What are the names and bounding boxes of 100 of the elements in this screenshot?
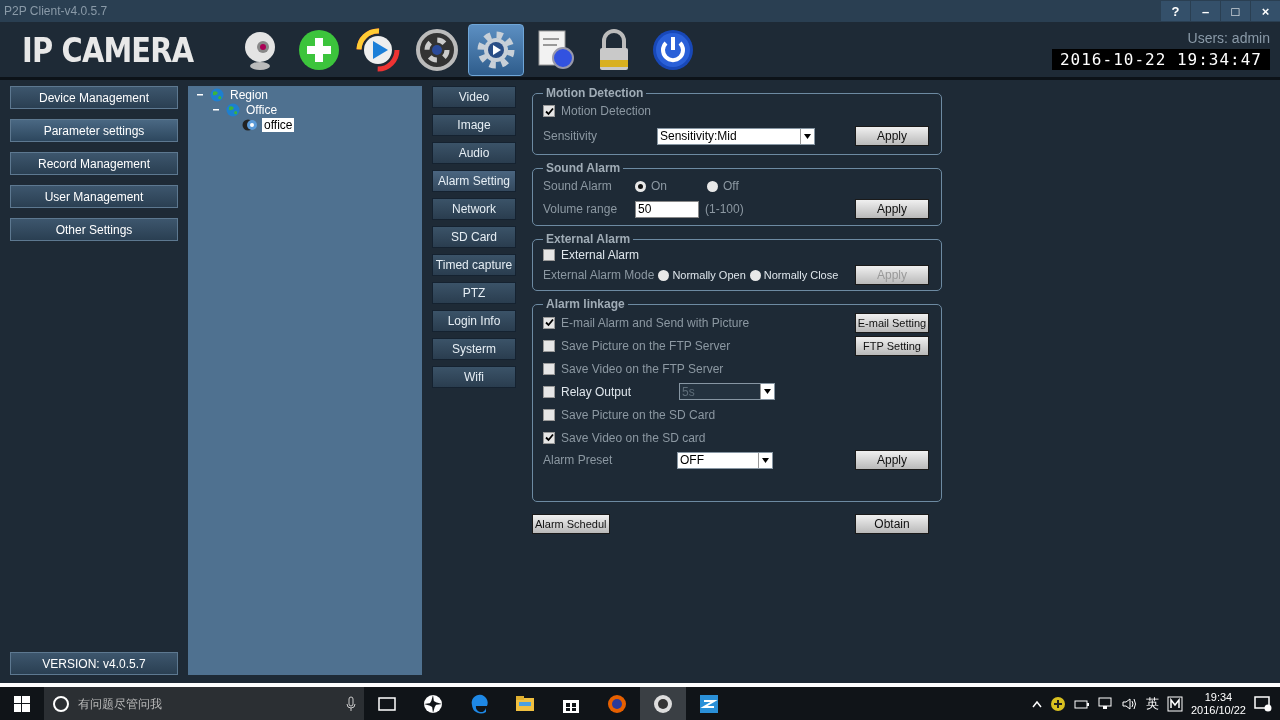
tab[interactable]: Wifi: [432, 366, 516, 388]
volume-icon[interactable]: [1121, 696, 1138, 711]
tab[interactable]: Audio: [432, 142, 516, 164]
tab[interactable]: SD Card: [432, 226, 516, 248]
close-button[interactable]: ×: [1251, 1, 1280, 21]
globe-icon: [210, 87, 224, 102]
checkbox[interactable]: [543, 316, 555, 329]
clock-date: 2016/10/22: [1190, 703, 1246, 716]
checkbox-label: Save Picture on the FTP Server: [561, 338, 731, 353]
tree-item[interactable]: Office: [244, 102, 280, 117]
caret-icon[interactable]: [1031, 699, 1042, 708]
power-icon: [651, 27, 695, 72]
tree-item[interactable]: office: [262, 117, 295, 132]
tab[interactable]: Video: [432, 86, 516, 108]
dropdown[interactable]: Sensitivity:Mid: [657, 127, 815, 145]
notification-icon[interactable]: [1254, 695, 1272, 712]
toolbar-button[interactable]: [468, 23, 524, 76]
range-hint: (1-100): [705, 202, 744, 216]
search-field[interactable]: 有问题尽管问我: [76, 695, 340, 712]
apply-button[interactable]: Apply: [855, 199, 929, 219]
field-label: External Alarm Mode: [543, 268, 655, 282]
app-icon: [698, 692, 720, 715]
checkbox-label: Save Video on the SD card: [561, 430, 706, 445]
search-box[interactable]: 有问题尽管问我: [44, 687, 364, 720]
nav-button[interactable]: Parameter settings: [10, 119, 178, 142]
globe-icon: [226, 102, 240, 117]
wheel-icon: [415, 27, 459, 72]
checkbox-label: External Alarm: [561, 248, 640, 262]
network-icon[interactable]: [1097, 696, 1114, 711]
email-setting-button[interactable]: E-mail Setting: [855, 312, 929, 333]
ftp-setting-button[interactable]: FTP Setting: [855, 335, 929, 356]
nav-button[interactable]: User Management: [10, 185, 178, 208]
camera-icon: [242, 117, 258, 132]
window-title: P2P Client-v4.0.5.7: [4, 4, 108, 18]
checkbox-label: Relay Output: [561, 384, 633, 399]
battery-icon[interactable]: [1073, 697, 1090, 710]
plus-icon[interactable]: [1049, 695, 1066, 712]
radio-button[interactable]: [658, 269, 670, 281]
taskbar-app[interactable]: [640, 687, 686, 720]
field-label: Sensitivity: [543, 129, 599, 143]
caret-icon[interactable]: [762, 457, 769, 463]
checkbox[interactable]: [543, 362, 555, 375]
radio-label: Off: [723, 179, 739, 193]
tab[interactable]: PTZ: [432, 282, 516, 304]
search-icon: [52, 694, 70, 713]
apply-button[interactable]: Apply: [855, 126, 929, 146]
checkbox-label: Save Picture on the SD Card: [561, 407, 716, 422]
tab[interactable]: Alarm Setting: [432, 170, 516, 192]
checkbox-label: Save Video on the FTP Server: [561, 361, 724, 376]
group-title: External Alarm: [545, 232, 632, 246]
tab[interactable]: Login Info: [432, 310, 516, 332]
group-title: Alarm linkage: [545, 297, 626, 311]
group-title: Sound Alarm: [545, 161, 622, 175]
field-label: Volume range: [543, 202, 619, 216]
tab[interactable]: Timed capture: [432, 254, 516, 276]
logo: IP CAMERA: [21, 29, 195, 70]
plus-icon: [297, 27, 341, 72]
date-time: 2016-10-22 19:34:47: [1051, 48, 1270, 70]
firefox-icon: [606, 692, 628, 715]
tab[interactable]: Network: [432, 198, 516, 220]
help-button[interactable]: ?: [1161, 1, 1190, 21]
caret-icon[interactable]: [804, 133, 811, 139]
checkbox[interactable]: [543, 408, 555, 421]
apply-button[interactable]: Apply: [855, 450, 929, 470]
camera-icon: [652, 692, 674, 715]
tab[interactable]: Systerm: [432, 338, 516, 360]
volume-field[interactable]: 50: [635, 200, 699, 218]
schedule-button[interactable]: Alarm Schedul: [532, 514, 610, 534]
dropdown[interactable]: OFF: [677, 451, 773, 469]
nav-button[interactable]: Other Settings: [10, 218, 178, 241]
tree-item[interactable]: Region: [228, 87, 271, 102]
field-label: Alarm Preset: [543, 453, 614, 467]
user-label: Users: admin: [1187, 29, 1270, 46]
checkbox[interactable]: [543, 385, 555, 398]
checkbox[interactable]: [543, 249, 555, 261]
m-icon[interactable]: [1166, 695, 1183, 712]
tab[interactable]: Image: [432, 114, 516, 136]
minimize-button[interactable]: –: [1191, 1, 1220, 21]
checkbox[interactable]: [543, 431, 555, 444]
field-label: Sound Alarm: [543, 179, 613, 193]
clock-time: 19:34: [1204, 691, 1233, 704]
input-method[interactable]: 英: [1145, 694, 1159, 713]
checkbox[interactable]: [543, 339, 555, 352]
version-label: VERSION: v4.0.5.7: [10, 652, 178, 675]
radio-label: Normally Open: [672, 269, 746, 281]
windows-icon: [14, 695, 30, 712]
radio-label: Normally Close: [763, 269, 839, 281]
radio-label: On: [651, 179, 667, 193]
nav-button[interactable]: Record Management: [10, 152, 178, 175]
obtain-button[interactable]: Obtain: [855, 514, 929, 534]
play-icon: [356, 27, 400, 72]
radio-button[interactable]: [635, 180, 646, 192]
group-title: Motion Detection: [545, 86, 645, 100]
checkbox[interactable]: [543, 105, 555, 117]
nav-button[interactable]: Device Management: [10, 86, 178, 109]
maximize-button[interactable]: □: [1221, 1, 1250, 21]
radio-button[interactable]: [749, 269, 761, 281]
radio-button[interactable]: [707, 180, 718, 192]
microphone-icon: [346, 695, 356, 712]
checkbox-label: Motion Detection: [561, 104, 652, 118]
